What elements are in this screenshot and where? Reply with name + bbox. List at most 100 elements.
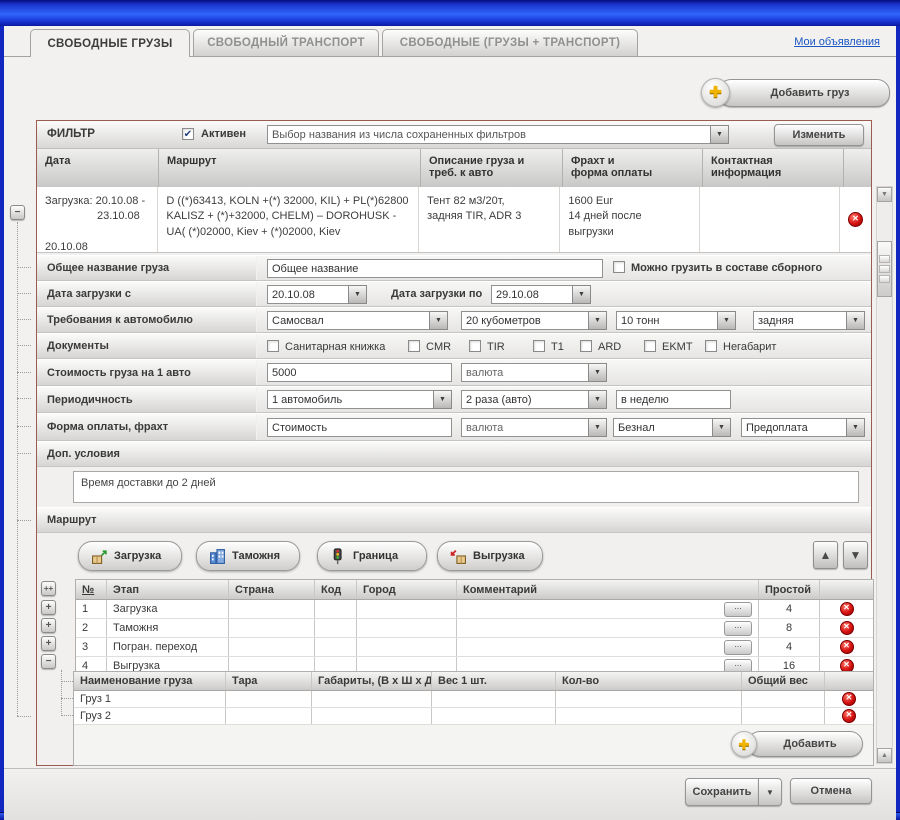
delete-row-icon[interactable]: ✕ bbox=[848, 212, 863, 227]
quantity-cell[interactable] bbox=[556, 691, 742, 707]
dimensions-cell[interactable] bbox=[312, 691, 432, 707]
collapse-row-button[interactable]: − bbox=[10, 205, 25, 220]
dropdown-arrow-icon[interactable]: ▼ bbox=[429, 311, 448, 330]
expand-all-button[interactable]: ++ bbox=[41, 581, 56, 596]
add-border-stage-button[interactable]: Граница bbox=[317, 541, 427, 571]
dropdown-arrow-icon[interactable]: ▼ bbox=[588, 363, 607, 382]
code-cell[interactable] bbox=[315, 600, 357, 618]
delete-stage-icon[interactable]: ✕ bbox=[840, 602, 854, 616]
dimensions-cell[interactable] bbox=[312, 708, 432, 724]
col-num[interactable]: № bbox=[76, 580, 107, 599]
tab-free-cargo[interactable]: СВОБОДНЫЕ ГРУЗЫ bbox=[30, 29, 190, 57]
dropdown-arrow-icon[interactable]: ▼ bbox=[588, 418, 607, 437]
comment-cell[interactable]: ... bbox=[457, 600, 759, 618]
col-unit-weight[interactable]: Вес 1 шт. bbox=[432, 672, 556, 690]
expand-stage-1-button[interactable]: + bbox=[41, 600, 56, 615]
city-cell[interactable] bbox=[357, 619, 457, 637]
tare-cell[interactable] bbox=[226, 708, 312, 724]
date-from-select[interactable]: 20.10.08 ▼ bbox=[267, 285, 367, 304]
add-customs-stage-button[interactable]: Таможня bbox=[196, 541, 300, 571]
dropdown-arrow-icon[interactable]: ▼ bbox=[710, 125, 729, 144]
saved-filters-value[interactable]: Выбор названия из числа сохраненных филь… bbox=[267, 125, 710, 144]
add-loading-stage-button[interactable]: Загрузка bbox=[78, 541, 182, 571]
doc-ekmt-checkbox[interactable] bbox=[644, 340, 656, 352]
dropdown-arrow-icon[interactable]: ▼ bbox=[433, 390, 452, 409]
dropdown-arrow-icon[interactable]: ▼ bbox=[717, 311, 736, 330]
filter-active-checkbox[interactable]: ✔ bbox=[182, 128, 194, 140]
col-stage[interactable]: Этап bbox=[107, 580, 229, 599]
country-cell[interactable] bbox=[229, 600, 315, 618]
tare-cell[interactable] bbox=[226, 691, 312, 707]
expand-stage-2-button[interactable]: + bbox=[41, 618, 56, 633]
vertical-scrollbar[interactable]: ▼ ▲ bbox=[876, 186, 893, 764]
comment-browse-button[interactable]: ... bbox=[724, 602, 752, 617]
periodicity-times-select[interactable]: 2 раза (авто) ▼ bbox=[461, 390, 607, 409]
payment-cost-input[interactable]: Стоимость bbox=[267, 418, 452, 437]
route-row-3[interactable]: 3 Погран. переход ... 4 ✕ bbox=[76, 638, 873, 657]
col-country[interactable]: Страна bbox=[229, 580, 315, 599]
consolidated-cargo-checkbox[interactable] bbox=[613, 261, 625, 273]
col-code[interactable]: Код bbox=[315, 580, 357, 599]
saved-filters-select[interactable]: Выбор названия из числа сохраненных филь… bbox=[267, 125, 729, 144]
dropdown-arrow-icon[interactable]: ▼ bbox=[348, 285, 367, 304]
date-to-select[interactable]: 29.10.08 ▼ bbox=[491, 285, 591, 304]
city-cell[interactable] bbox=[357, 600, 457, 618]
doc-cmr-checkbox[interactable] bbox=[408, 340, 420, 352]
delete-stage-icon[interactable]: ✕ bbox=[840, 640, 854, 654]
col-quantity[interactable]: Кол-во bbox=[556, 672, 742, 690]
city-cell[interactable] bbox=[357, 638, 457, 656]
doc-tir-checkbox[interactable] bbox=[469, 340, 481, 352]
comment-browse-button[interactable]: ... bbox=[724, 640, 752, 655]
col-cargo-name[interactable]: Наименование груза bbox=[74, 672, 226, 690]
payment-prepay-select[interactable]: Предоплата ▼ bbox=[741, 418, 865, 437]
vehicle-loading-select[interactable]: задняя ▼ bbox=[753, 311, 865, 330]
col-comment[interactable]: Комментарий bbox=[457, 580, 759, 599]
cost-currency-select[interactable]: валюта ▼ bbox=[461, 363, 607, 382]
dropdown-arrow-icon[interactable]: ▼ bbox=[588, 390, 607, 409]
cancel-button[interactable]: Отмена bbox=[790, 778, 872, 804]
col-idle[interactable]: Простой bbox=[759, 580, 820, 599]
comment-cell[interactable]: ... bbox=[457, 638, 759, 656]
add-cargo-item-button[interactable]: ✚ Добавить bbox=[731, 731, 863, 757]
doc-ard-checkbox[interactable] bbox=[580, 340, 592, 352]
vehicle-weight-select[interactable]: 10 тонн ▼ bbox=[616, 311, 736, 330]
dropdown-arrow-icon[interactable]: ▼ bbox=[572, 285, 591, 304]
dropdown-arrow-icon[interactable]: ▼ bbox=[712, 418, 731, 437]
periodicity-vehicles-select[interactable]: 1 автомобиль ▼ bbox=[267, 390, 452, 409]
expand-stage-3-button[interactable]: + bbox=[41, 636, 56, 651]
col-city[interactable]: Город bbox=[357, 580, 457, 599]
vehicle-volume-select[interactable]: 20 кубометров ▼ bbox=[461, 311, 607, 330]
country-cell[interactable] bbox=[229, 619, 315, 637]
scrollbar-top-button[interactable]: ▼ bbox=[877, 187, 892, 202]
delete-cargo-icon[interactable]: ✕ bbox=[842, 709, 856, 723]
payment-method-select[interactable]: Безнал ▼ bbox=[613, 418, 731, 437]
col-dimensions[interactable]: Габариты, (В х Ш х Д) bbox=[312, 672, 432, 690]
col-total-weight[interactable]: Общий вес bbox=[742, 672, 825, 690]
vehicle-type-select[interactable]: Самосвал ▼ bbox=[267, 311, 448, 330]
col-header-description[interactable]: Описание груза и треб. к авто bbox=[421, 149, 563, 187]
col-header-contact[interactable]: Контактная информация bbox=[703, 149, 844, 187]
unit-weight-cell[interactable] bbox=[432, 691, 556, 707]
col-header-date[interactable]: Дата bbox=[37, 149, 159, 187]
payment-currency-select[interactable]: валюта ▼ bbox=[461, 418, 607, 437]
save-split-button[interactable]: Сохранить ▼ bbox=[685, 778, 782, 806]
move-stage-down-button[interactable]: ▼ bbox=[843, 541, 868, 569]
scrollbar-thumb[interactable] bbox=[877, 241, 892, 297]
periodicity-period-input[interactable]: в неделю bbox=[616, 390, 731, 409]
move-stage-up-button[interactable]: ▲ bbox=[813, 541, 838, 569]
tab-free-cargo-transport[interactable]: СВОБОДНЫЕ (ГРУЗЫ + ТРАНСПОРТ) bbox=[382, 29, 638, 56]
doc-t1-checkbox[interactable] bbox=[533, 340, 545, 352]
scrollbar-bottom-button[interactable]: ▲ bbox=[877, 748, 892, 763]
delete-cargo-icon[interactable]: ✕ bbox=[842, 692, 856, 706]
country-cell[interactable] bbox=[229, 638, 315, 656]
conditions-textarea[interactable]: Время доставки до 2 дней bbox=[73, 471, 859, 503]
comment-browse-button[interactable]: ... bbox=[724, 621, 752, 636]
general-name-input[interactable]: Общее название bbox=[267, 259, 603, 278]
code-cell[interactable] bbox=[315, 619, 357, 637]
unit-weight-cell[interactable] bbox=[432, 708, 556, 724]
dropdown-arrow-icon[interactable]: ▼ bbox=[846, 418, 865, 437]
doc-oversize-checkbox[interactable] bbox=[705, 340, 717, 352]
cargo-row-1[interactable]: Груз 1 ✕ bbox=[74, 691, 873, 708]
code-cell[interactable] bbox=[315, 638, 357, 656]
my-ads-link[interactable]: Мои объявления bbox=[794, 36, 880, 48]
